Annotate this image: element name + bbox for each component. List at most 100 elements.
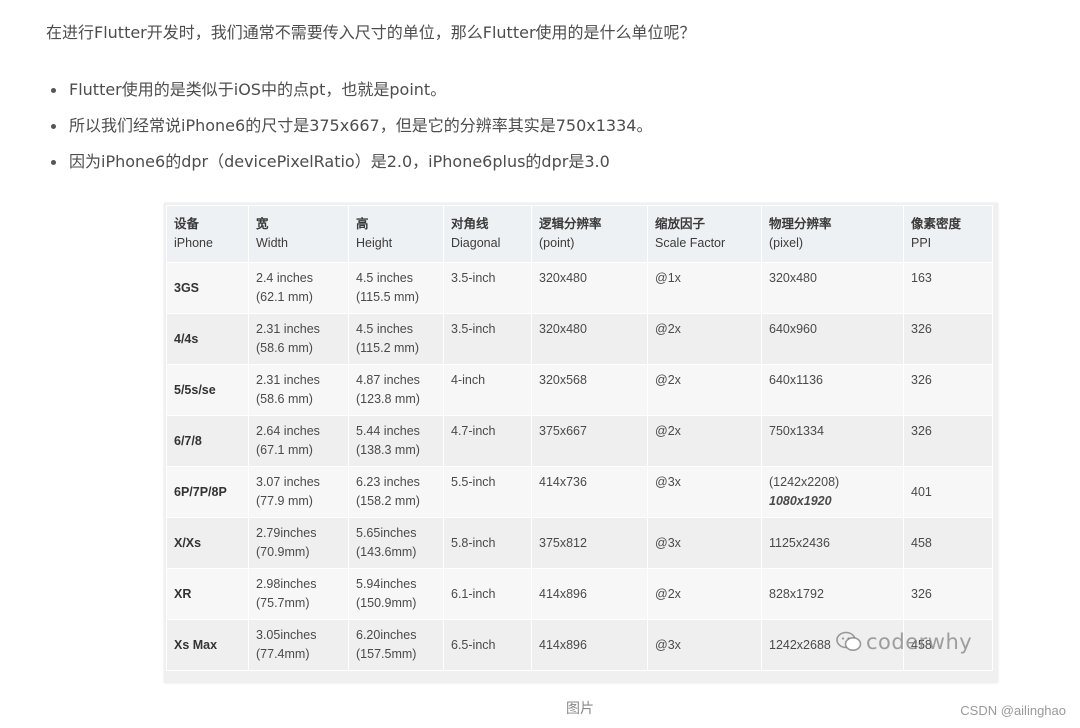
cell-physical-resolution: 828x1792 [761,568,904,620]
cell-height-inches: 6.20inches [356,628,417,642]
column-header-cn: 缩放因子 [655,217,706,231]
cell-ppi: 326 [903,415,993,467]
cell-height: 6.20inches (157.5mm) [348,619,444,671]
cell-physical-resolution: 640x1136 [761,364,904,416]
cell-height-inches: 5.44 inches [356,424,420,438]
cell-width-inches: 2.4 inches [256,271,313,285]
column-header-cn: 逻辑分辨率 [539,217,602,231]
column-header: 宽 Width [248,205,349,263]
cell-height-inches: 4.5 inches [356,322,413,336]
cell-width: 2.98inches (75.7mm) [248,568,349,620]
cell-physical-resolution: (1242x2208) 1080x1920 [761,466,904,518]
wechat-icon [836,631,862,651]
cell-device: Xs Max [166,619,249,671]
table-body: 3GS 2.4 inches (62.1 mm) 4.5 inches (115.5 m… [166,262,993,671]
cell-ppi: 326 [903,364,993,416]
cell-logical-resolution: 320x480 [531,262,648,314]
cell-physical-resolution: 1125x2436 [761,517,904,569]
column-header-en: PPI [911,236,932,250]
cell-width-mm: (62.1 mm) [256,290,313,304]
cell-width-inches: 2.31 inches [256,373,320,387]
bullet-dot-icon [51,88,56,93]
cell-logical-resolution: 375x812 [531,517,648,569]
column-header-cn: 对角线 [451,217,489,231]
cell-height-mm: (115.5 mm) [356,290,419,304]
cell-physical-resolution: 750x1334 [761,415,904,467]
iphone-spec-table: 设备 iPhone 宽 Width 高 Height 对角线 Diagonal 逻辑分辨率 (po… [166,205,993,671]
table-row: 3GS 2.4 inches (62.1 mm) 4.5 inches (115.5 m… [166,262,993,314]
cell-height-mm: (143.6mm) [356,545,417,559]
watermark: coderwhy [836,630,972,654]
cell-height-inches: 4.5 inches [356,271,413,285]
cell-device: 3GS [166,262,249,314]
cell-width-mm: (67.1 mm) [256,443,313,457]
cell-diagonal: 3.5-inch [443,262,532,314]
column-header-en: iPhone [174,236,213,250]
cell-device: XR [166,568,249,620]
cell-logical-resolution: 375x667 [531,415,648,467]
column-header-en: (pixel) [769,236,804,250]
table-row: 4/4s 2.31 inches (58.6 mm) 4.5 inches (115.2… [166,313,993,365]
cell-width: 2.79inches (70.9mm) [248,517,349,569]
cell-diagonal: 6.5-inch [443,619,532,671]
intro-paragraph: 在进行Flutter开发时，我们通常不需要传入尺寸的单位，那么Flutter使用… [46,23,696,42]
cell-device: 6/7/8 [166,415,249,467]
cell-logical-resolution: 414x896 [531,619,648,671]
cell-scale-factor: @2x [647,568,762,620]
table-row: XR 2.98inches (75.7mm) 5.94inches (150.9mm) 6… [166,568,993,620]
column-header: 缩放因子 Scale Factor [647,205,762,263]
column-header-cn: 宽 [256,217,269,231]
cell-diagonal: 5.5-inch [443,466,532,518]
cell-physical-value: (1242x2208) [769,475,840,489]
cell-scale-factor: @3x [647,619,762,671]
column-header: 对角线 Diagonal [443,205,532,263]
cell-ppi: 326 [903,568,993,620]
bullet-text: 所以我们经常说iPhone6的尺寸是375x667，但是它的分辨率其实是750x… [69,116,653,135]
cell-width-inches: 2.79inches [256,526,317,540]
cell-logical-resolution: 320x480 [531,313,648,365]
cell-diagonal: 6.1-inch [443,568,532,620]
column-header-en: Diagonal [451,236,501,250]
column-header-cn: 像素密度 [911,217,962,231]
cell-device: 5/5s/se [166,364,249,416]
table-row: X/Xs 2.79inches (70.9mm) 5.65inches (143.6mm… [166,517,993,569]
cell-width-inches: 2.98inches [256,577,317,591]
watermark-text: coderwhy [866,630,973,654]
cell-physical-value: 750x1334 [769,424,824,438]
cell-diagonal: 5.8-inch [443,517,532,569]
cell-width: 3.07 inches (77.9 mm) [248,466,349,518]
cell-ppi: 163 [903,262,993,314]
cell-width-mm: (58.6 mm) [256,392,313,406]
image-caption: 图片 [566,701,594,717]
author-credit: CSDN @ailinghao [960,703,1066,718]
cell-height-inches: 5.94inches [356,577,417,591]
cell-height: 6.23 inches (158.2 mm) [348,466,444,518]
cell-diagonal: 3.5-inch [443,313,532,365]
cell-width-inches: 3.07 inches [256,475,320,489]
cell-physical-value: 828x1792 [769,586,824,601]
cell-width-inches: 2.31 inches [256,322,320,336]
table-row: 6P/7P/8P 3.07 inches (77.9 mm) 6.23 inches (… [166,466,993,518]
cell-height: 4.5 inches (115.5 mm) [348,262,444,314]
cell-width-mm: (75.7mm) [256,596,310,610]
cell-diagonal: 4.7-inch [443,415,532,467]
cell-height-mm: (158.2 mm) [356,494,420,508]
cell-width-mm: (77.4mm) [256,647,310,661]
column-header: 物理分辨率 (pixel) [761,205,904,263]
cell-logical-resolution: 320x568 [531,364,648,416]
cell-physical-resolution: 320x480 [761,262,904,314]
column-header: 逻辑分辨率 (point) [531,205,648,263]
cell-height: 5.44 inches (138.3 mm) [348,415,444,467]
bullet-dot-icon [51,160,56,165]
cell-height-inches: 5.65inches [356,526,417,540]
cell-width-mm: (77.9 mm) [256,494,313,508]
cell-height-inches: 4.87 inches [356,373,420,387]
cell-logical-resolution: 414x896 [531,568,648,620]
cell-scale-factor: @3x [647,466,762,518]
table-row: 5/5s/se 2.31 inches (58.6 mm) 4.87 inches (1… [166,364,993,416]
cell-height-mm: (123.8 mm) [356,392,420,406]
cell-physical-resolution: 640x960 [761,313,904,365]
cell-ppi: 401 [903,466,993,518]
cell-width: 2.4 inches (62.1 mm) [248,262,349,314]
cell-height-inches: 6.23 inches [356,475,420,489]
